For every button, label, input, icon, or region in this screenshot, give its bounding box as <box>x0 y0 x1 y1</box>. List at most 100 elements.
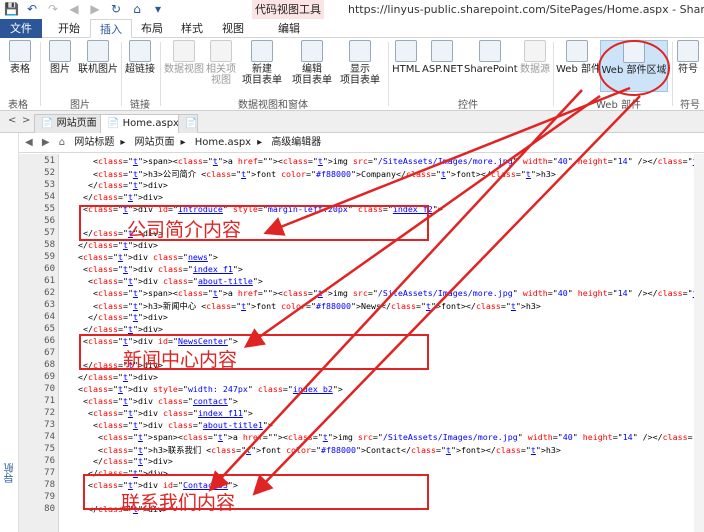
introduce-annotation-text: 公司简介内容 <box>127 219 242 241</box>
line-number: 71 <box>44 396 55 406</box>
home-icon[interactable]: ⌂ <box>130 2 144 16</box>
navigation-pane[interactable]: 导航 <box>0 133 19 532</box>
code-line[interactable]: <class="t">span><class="t">a href=""><cl… <box>63 156 704 166</box>
line-number: 65 <box>44 324 55 334</box>
window-title: https://linyus-public.sharepoint.com/Sit… <box>348 3 704 16</box>
line-number: 79 <box>44 492 55 502</box>
group-label-picture: 图片 <box>70 100 90 111</box>
code-line[interactable]: <class="t">h3>联系我们 <class="t">font color… <box>63 444 561 456</box>
new-tab-icon: 📄 <box>185 118 198 129</box>
group-separator <box>40 42 41 106</box>
line-number: 61 <box>44 276 55 286</box>
line-number: 59 <box>44 252 55 262</box>
line-number: 78 <box>44 480 55 490</box>
redo-icon[interactable]: ↷ <box>46 2 60 16</box>
breadcrumb: ◀ ▶ ⌂ 网站标题 ▸ 网站页面 ▸ Home.aspx ▸ 高级编辑器 <box>19 133 704 153</box>
line-number: 51 <box>44 156 55 166</box>
web-part-icon <box>566 40 588 62</box>
data-view-icon <box>173 40 195 62</box>
data-source-button[interactable]: 数据源 <box>518 40 552 75</box>
group-label-controls: 控件 <box>458 100 478 111</box>
line-number: 73 <box>44 420 55 430</box>
breadcrumb-advanced-editor[interactable]: 高级编辑器 <box>271 137 321 148</box>
sharepoint-button[interactable]: SharePoint <box>464 40 518 75</box>
code-line[interactable]: </class="t">div> <box>63 372 158 382</box>
tab-style[interactable]: 样式 <box>174 19 210 38</box>
tab-file[interactable]: 文件 <box>0 19 42 38</box>
tab-edit[interactable]: 编辑 <box>267 19 311 38</box>
refresh-icon[interactable]: ↻ <box>109 2 123 16</box>
line-number: 57 <box>44 228 55 238</box>
home-icon[interactable]: ⌂ <box>59 137 65 148</box>
breadcrumb-home-aspx[interactable]: Home.aspx <box>195 137 251 148</box>
collapse-icon[interactable]: < <box>8 115 16 126</box>
chevron-down-icon[interactable]: ▾ <box>151 2 165 16</box>
group-label-data-view-forms: 数据视图和窗体 <box>238 100 308 111</box>
table-button[interactable]: 表格 <box>5 40 35 75</box>
code-line[interactable]: <class="t">span><class="t">a href=""><cl… <box>63 288 704 298</box>
undo-icon[interactable]: ↶ <box>25 2 39 16</box>
line-number: 76 <box>44 456 55 466</box>
forward-icon[interactable]: ▶ <box>42 137 50 148</box>
tab-home[interactable]: 开始 <box>50 19 88 38</box>
line-number: 80 <box>44 504 55 514</box>
group-separator <box>672 42 673 106</box>
forward-icon[interactable]: ▶ <box>88 2 102 16</box>
code-line[interactable]: <class="t">div class="news"> <box>63 252 218 262</box>
display-form-icon <box>349 40 371 62</box>
online-picture-button[interactable]: 联机图片 <box>78 40 118 75</box>
related-item-view-button[interactable]: 相关项 视图 <box>206 40 236 86</box>
breadcrumb-site-pages[interactable]: 网站页面 <box>135 137 175 148</box>
code-line[interactable]: <class="t">h3>新闻中心 <class="t">font color… <box>63 300 541 312</box>
line-number: 60 <box>44 264 55 274</box>
line-number: 69 <box>44 372 55 382</box>
line-number: 64 <box>44 312 55 322</box>
code-line[interactable]: <class="t">div style="width: 247px" clas… <box>63 384 343 394</box>
line-number: 70 <box>44 384 55 394</box>
data-source-icon <box>524 40 546 62</box>
back-icon[interactable]: ◀ <box>67 2 81 16</box>
code-line[interactable]: </class="t">div> <box>63 456 173 466</box>
tab-view[interactable]: 视图 <box>214 19 252 38</box>
web-part-button[interactable]: Web 部件 <box>556 40 601 75</box>
back-icon[interactable]: ◀ <box>25 137 33 148</box>
expand-icon[interactable]: > <box>22 115 30 126</box>
code-line[interactable]: </class="t">div> <box>63 312 168 322</box>
code-line[interactable]: <class="t">div class="about-title"> <box>63 276 263 286</box>
tab-insert[interactable]: 插入 <box>90 19 132 38</box>
code-line[interactable]: <class="t">h3>公司简介 <class="t">font color… <box>63 168 556 180</box>
hyperlink-button[interactable]: 超链接 <box>124 40 156 75</box>
aspnet-icon <box>431 40 453 62</box>
tab-layout[interactable]: 布局 <box>135 19 169 38</box>
online-picture-icon <box>87 40 109 62</box>
line-number: 55 <box>44 204 55 214</box>
picture-button[interactable]: 图片 <box>46 40 74 75</box>
title-bar: 💾 ↶ ↷ ◀ ▶ ↻ ⌂ ▾ 代码视图工具 https://linyus-pu… <box>0 0 704 19</box>
aspnet-button[interactable]: ASP.NET <box>422 40 463 75</box>
line-number: 62 <box>44 288 55 298</box>
data-view-button[interactable]: 数据视图 <box>164 40 204 75</box>
line-number: 75 <box>44 444 55 454</box>
symbol-button[interactable]: 符号 <box>676 40 700 75</box>
code-line[interactable]: <class="t">div class="index f11"> <box>63 408 253 418</box>
display-item-form-button[interactable]: 显示 项目表单 <box>336 40 384 86</box>
code-line[interactable]: <class="t">div class="about-title1"> <box>63 420 273 430</box>
group-separator <box>388 42 389 106</box>
new-item-form-button[interactable]: 新建 项目表单 <box>238 40 286 86</box>
new-tab-button[interactable]: 📄 <box>178 114 198 133</box>
vertical-scrollbar[interactable] <box>694 154 704 532</box>
code-line[interactable]: <class="t">div class="index f1"> <box>63 264 243 274</box>
code-line[interactable]: </class="t">div> <box>63 180 168 190</box>
page-icon: 📄 <box>107 118 123 129</box>
line-number: 68 <box>44 360 55 370</box>
code-line[interactable]: <class="t">div class="contact"> <box>63 396 238 406</box>
code-line[interactable]: <class="t">span><class="t">a href=""><cl… <box>63 432 704 442</box>
edit-item-form-button[interactable]: 编辑 项目表单 <box>288 40 336 86</box>
doc-tab-site-pages[interactable]: 📄 网站页面 <box>34 114 104 133</box>
html-button[interactable]: HTML <box>392 40 420 75</box>
code-line[interactable]: </class="t">div> <box>63 324 163 334</box>
code-line[interactable]: </class="t">div> <box>63 192 163 202</box>
code-editor[interactable]: 51 <class="t">span><class="t">a href="">… <box>19 154 704 532</box>
breadcrumb-site-title[interactable]: 网站标题 <box>74 137 114 148</box>
save-icon[interactable]: 💾 <box>4 2 19 16</box>
